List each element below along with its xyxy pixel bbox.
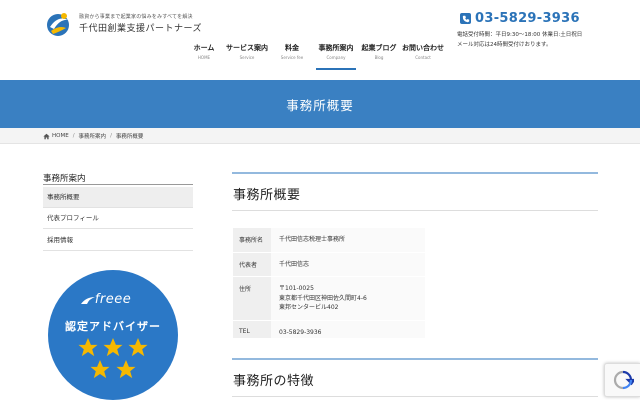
nav-fee-sub: Service fee	[280, 55, 304, 60]
row-value: 03-5829-3936	[271, 320, 425, 338]
nav-fee-label: 料金	[285, 44, 299, 52]
row-label: 代表者	[233, 252, 271, 276]
row-value: 千代田信志税理士事務所	[271, 228, 425, 252]
row-value-line: 東邦センタービル402	[279, 304, 339, 311]
nav-contact-sub: Contact	[415, 55, 431, 60]
row-value-line: 東京都千代田区神田佐久間町4-6	[279, 294, 367, 302]
company-name[interactable]: 千代田創業支援パートナーズ	[79, 21, 202, 34]
hours-line-1: 電話受付時間：平日9:30〜18:00 休業日:土日祝日	[457, 32, 583, 38]
badge-brand: freee	[94, 292, 132, 307]
site-header: 融資から事業まで起業家の悩みをみすべてを解決 千代田創業支援パートナーズ ホーム…	[0, 0, 640, 80]
breadcrumb-separator: /	[72, 133, 75, 139]
phone-link[interactable]: 03-5829-3936	[460, 11, 580, 26]
nav-blog-label: 起業ブログ	[361, 44, 397, 52]
sidebar-item-profile[interactable]: 代表プロフィール	[43, 208, 193, 229]
nav-fee[interactable]: 料金 Service fee	[272, 44, 312, 70]
row-value-line: 千代田信志	[279, 260, 310, 268]
section-title-topline	[232, 358, 598, 360]
table-row: 代表者 千代田信志	[233, 252, 425, 277]
home-icon	[43, 133, 50, 139]
freee-advisor-badge[interactable]: freee 認定アドバイザー	[48, 270, 178, 400]
nav-company[interactable]: 事務所案内 Company	[312, 44, 360, 70]
page-title-band: 事務所概要	[0, 80, 640, 128]
page-title: 事務所概要	[286, 98, 354, 113]
section-heading: 事務所の特徴	[233, 374, 315, 389]
breadcrumb-home[interactable]: HOME	[52, 133, 69, 139]
main-heading: 事務所概要	[233, 188, 301, 203]
section-heading-underline	[232, 396, 598, 397]
nav-service-label: サービス案内	[226, 44, 268, 52]
nav-blog[interactable]: 起業ブログ Blog	[360, 44, 398, 70]
hours-line-2: メール対応は24時間受付けおります。	[457, 42, 552, 48]
nav-company-sub: Company	[326, 55, 346, 60]
business-hours: 電話受付時間：平日9:30〜18:00 休業日:土日祝日 メール対応は24時間受…	[457, 30, 582, 50]
logo-tagline: 融資から事業まで起業家の悩みをみすべてを解決	[79, 14, 193, 20]
breadcrumb-parent[interactable]: 事務所案内	[79, 132, 107, 140]
row-value-line: 〒101-0025	[279, 285, 314, 292]
table-row: 事務所名 千代田信志税理士事務所	[233, 228, 425, 253]
row-label: TEL	[233, 320, 271, 338]
sidebar-item-recruit[interactable]: 採用情報	[43, 230, 193, 251]
office-info-table: 事務所名 千代田信志税理士事務所 代表者 千代田信志 住所 〒101-0025 …	[233, 228, 425, 338]
nav-company-label: 事務所案内	[318, 44, 354, 52]
phone-number: 03-5829-3936	[475, 11, 580, 26]
nav-contact[interactable]: お問い合わせ Contact	[398, 44, 448, 70]
nav-service[interactable]: サービス案内 Service	[222, 44, 272, 70]
recaptcha-badge[interactable]	[604, 363, 640, 397]
main-heading-underline	[232, 210, 598, 211]
main-title-topline	[232, 172, 598, 174]
row-value: 千代田信志	[271, 252, 425, 276]
logo-icon[interactable]	[44, 10, 72, 38]
sidebar-title: 事務所案内	[43, 174, 86, 184]
table-row: 住所 〒101-0025 東京都千代田区神田佐久間町4-6 東邦センタービル40…	[233, 277, 425, 321]
row-label: 事務所名	[233, 228, 271, 252]
main-nav: ホーム HOME サービス案内 Service 料金 Service fee 事…	[186, 44, 448, 74]
row-value-line: 03-5829-3936	[279, 328, 322, 336]
recaptcha-icon	[613, 370, 634, 390]
table-row: TEL 03-5829-3936	[233, 320, 425, 338]
row-label: 住所	[233, 277, 271, 320]
nav-home-label: ホーム	[193, 44, 215, 52]
breadcrumb-current: 事務所概要	[115, 134, 144, 140]
nav-contact-label: お問い合わせ	[402, 44, 444, 52]
row-value: 〒101-0025 東京都千代田区神田佐久間町4-6 東邦センタービル402	[271, 277, 425, 320]
nav-home[interactable]: ホーム HOME	[186, 44, 222, 70]
sidebar-divider	[43, 184, 193, 185]
phone-icon	[460, 13, 471, 24]
row-value-line: 千代田信志税理士事務所	[279, 236, 346, 243]
sidebar-item-overview[interactable]: 事務所概要	[43, 187, 193, 208]
nav-home-sub: HOME	[197, 55, 211, 60]
stars-icon	[78, 338, 148, 379]
nav-blog-sub: Blog	[374, 55, 384, 60]
nav-service-sub: Service	[239, 55, 255, 60]
breadcrumb-separator: /	[110, 133, 112, 139]
breadcrumb: HOME / 事務所案内 / 事務所概要	[0, 128, 640, 144]
